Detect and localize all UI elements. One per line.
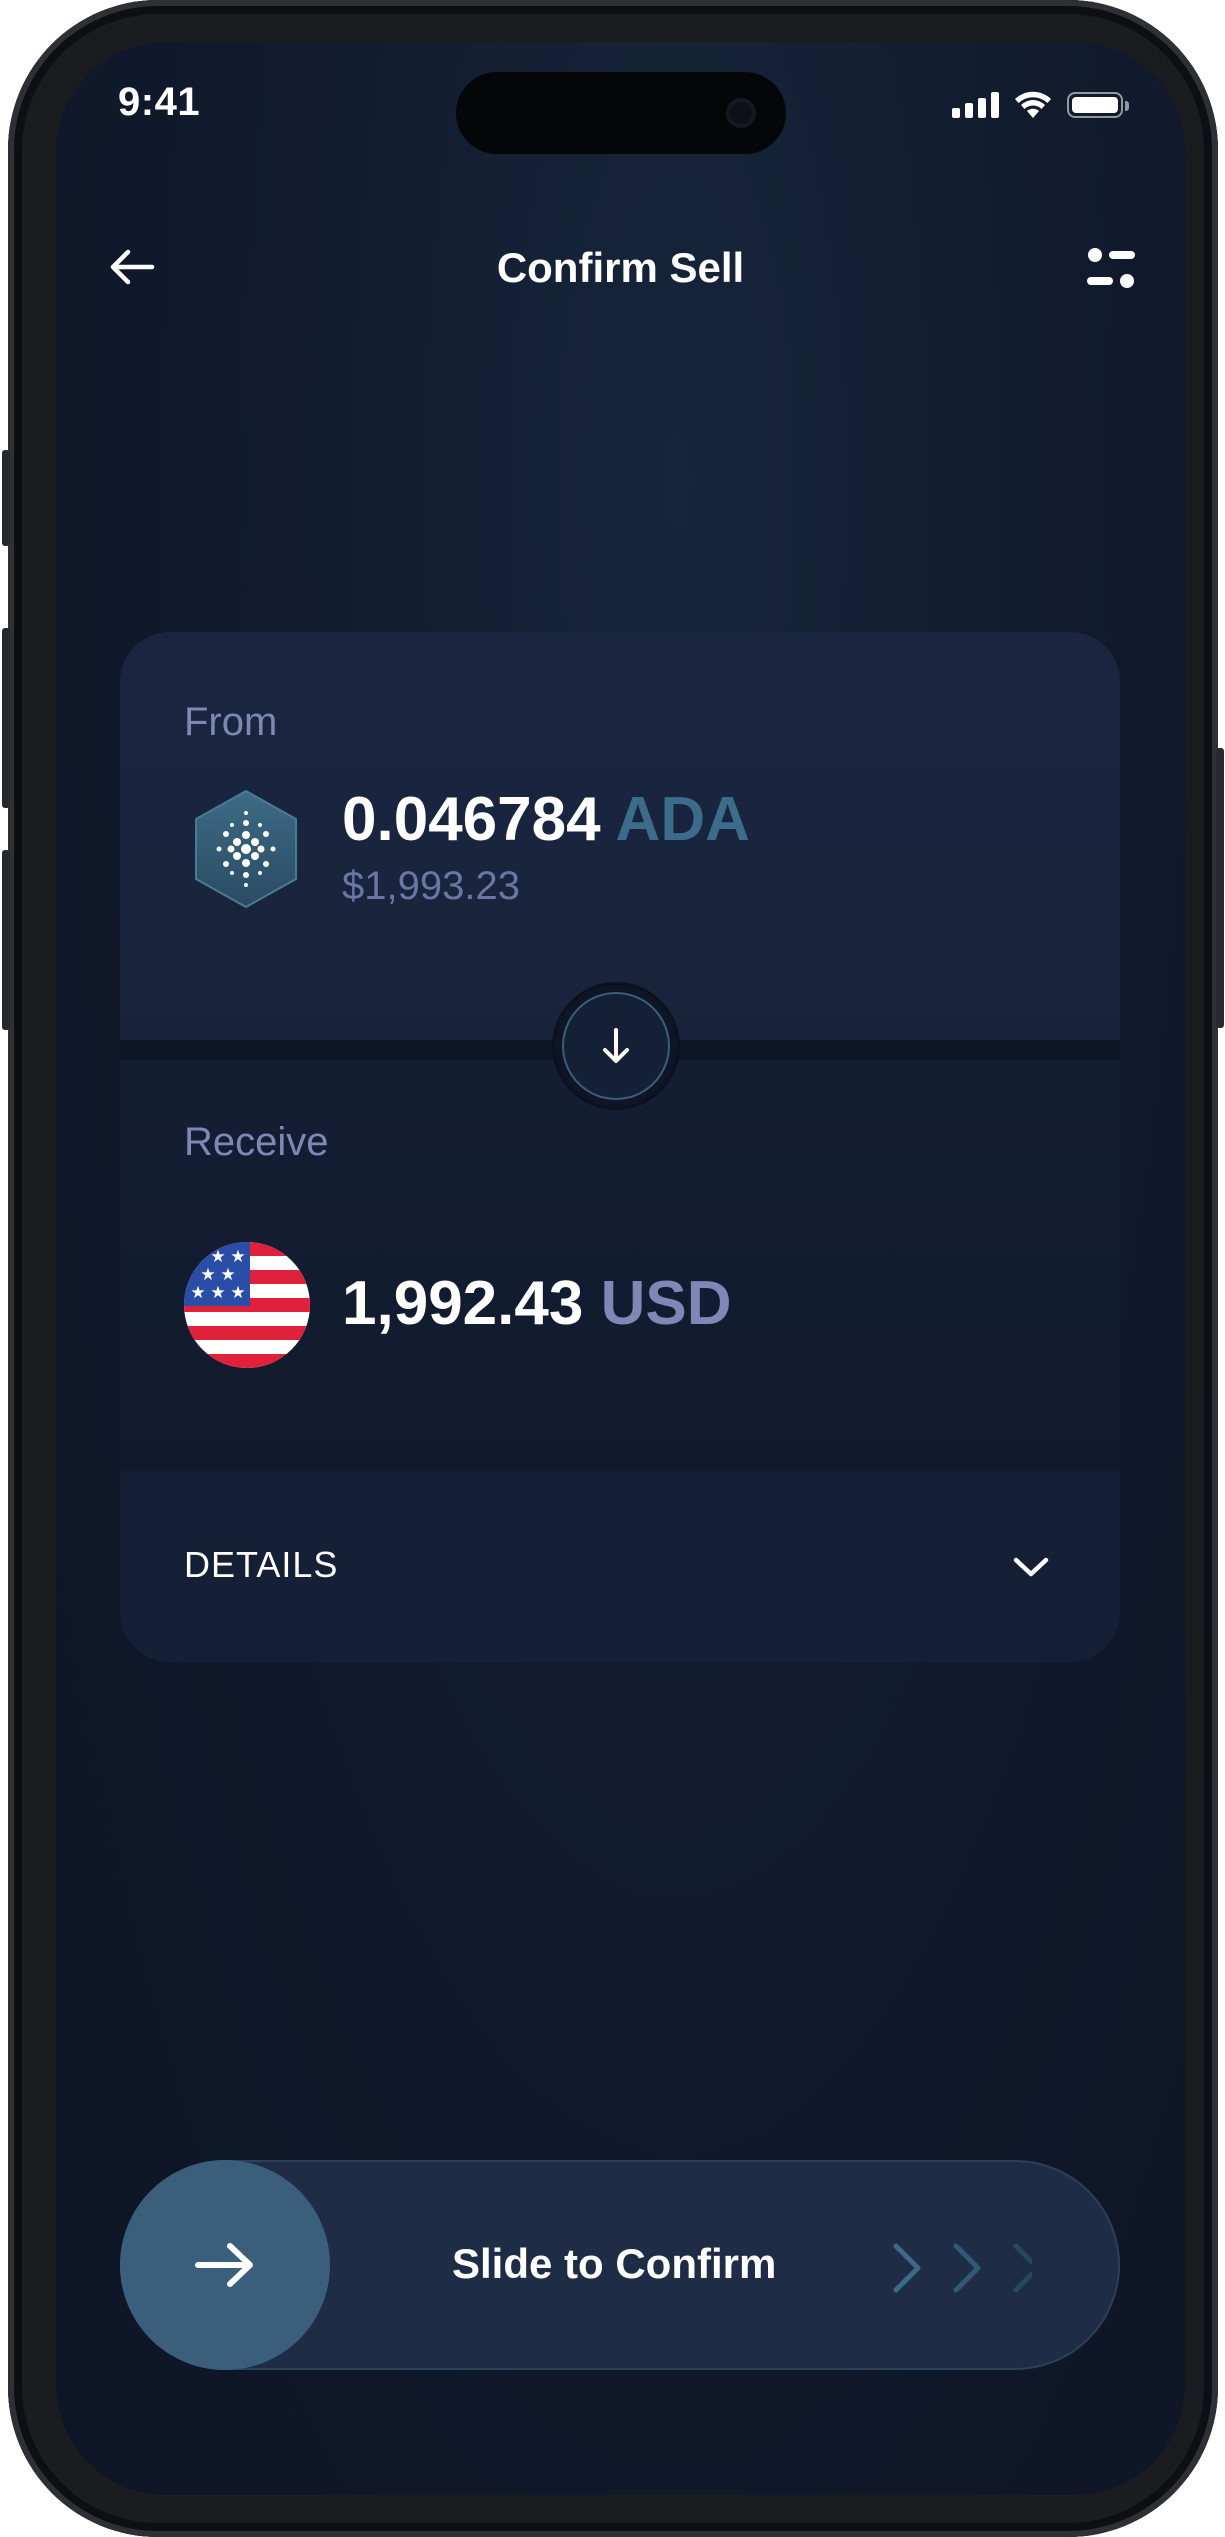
from-amount: 0.046784 ADA <box>342 784 750 855</box>
volume-down-button <box>2 850 10 1030</box>
sell-summary-card: From 0.046784 ADA $1,993.23 Receive ★ ★ … <box>120 632 1120 1662</box>
chevron-right-icon <box>893 2243 1032 2293</box>
svg-text:★: ★ <box>190 1283 205 1303</box>
dynamic-island <box>456 72 786 154</box>
camera-icon <box>726 98 756 128</box>
details-toggle[interactable]: DETAILS <box>120 1472 1120 1662</box>
slide-to-confirm-label: Slide to Confirm <box>452 2240 777 2287</box>
slider-knob[interactable] <box>120 2160 330 2370</box>
from-section: From 0.046784 ADA $1,993.23 <box>120 632 1120 1042</box>
volume-up-button <box>2 628 10 808</box>
power-button <box>1216 748 1224 1028</box>
swap-button-inner <box>562 992 670 1100</box>
svg-text:★: ★ <box>230 1247 245 1267</box>
wifi-icon <box>1015 91 1051 118</box>
swap-direction-button[interactable] <box>552 982 680 1110</box>
battery-icon <box>1067 92 1129 118</box>
from-fiat-value: $1,993.23 <box>342 864 520 908</box>
us-flag-icon: ★ ★ ★ ★ ★ ★ ★ ★ <box>184 1242 310 1368</box>
svg-text:★: ★ <box>230 1283 245 1303</box>
page-title: Confirm Sell <box>496 244 745 291</box>
details-label: DETAILS <box>184 1544 339 1585</box>
silent-switch <box>2 450 10 546</box>
app-screen: 9:41 Confirm Sell From 0.046784 ADA $1,9… <box>56 42 1185 2495</box>
from-amount-value: 0.046784 <box>342 785 601 854</box>
svg-text:★: ★ <box>210 1283 225 1303</box>
cellular-signal-icon <box>952 92 999 118</box>
phone-frame: 9:41 Confirm Sell From 0.046784 ADA $1,9… <box>2 0 1224 2537</box>
arrow-right-icon <box>195 2243 253 2287</box>
filter-settings-icon[interactable] <box>1081 240 1141 296</box>
receive-currency: USD <box>600 1269 732 1338</box>
svg-text:★: ★ <box>220 1265 235 1285</box>
status-icons <box>952 90 1129 120</box>
status-time: 9:41 <box>118 80 201 124</box>
cardano-coin-icon <box>195 790 297 908</box>
nav-bar: Confirm Sell <box>56 222 1185 312</box>
receive-amount: 1,992.43 USD <box>342 1268 731 1339</box>
arrow-down-icon <box>603 1028 629 1063</box>
from-currency: ADA <box>615 785 750 854</box>
slide-to-confirm[interactable]: Slide to Confirm <box>120 2160 1120 2370</box>
receive-label: Receive <box>184 1120 329 1164</box>
receive-amount-value: 1,992.43 <box>342 1269 584 1338</box>
svg-text:★: ★ <box>190 1247 205 1267</box>
receive-section: Receive ★ ★ ★ ★ ★ ★ ★ ★ 1,992.43 USD <box>120 1060 1120 1470</box>
svg-text:★: ★ <box>200 1265 215 1285</box>
svg-text:★: ★ <box>210 1247 225 1267</box>
chevron-down-icon[interactable] <box>1006 1544 1056 1588</box>
from-label: From <box>184 700 278 744</box>
